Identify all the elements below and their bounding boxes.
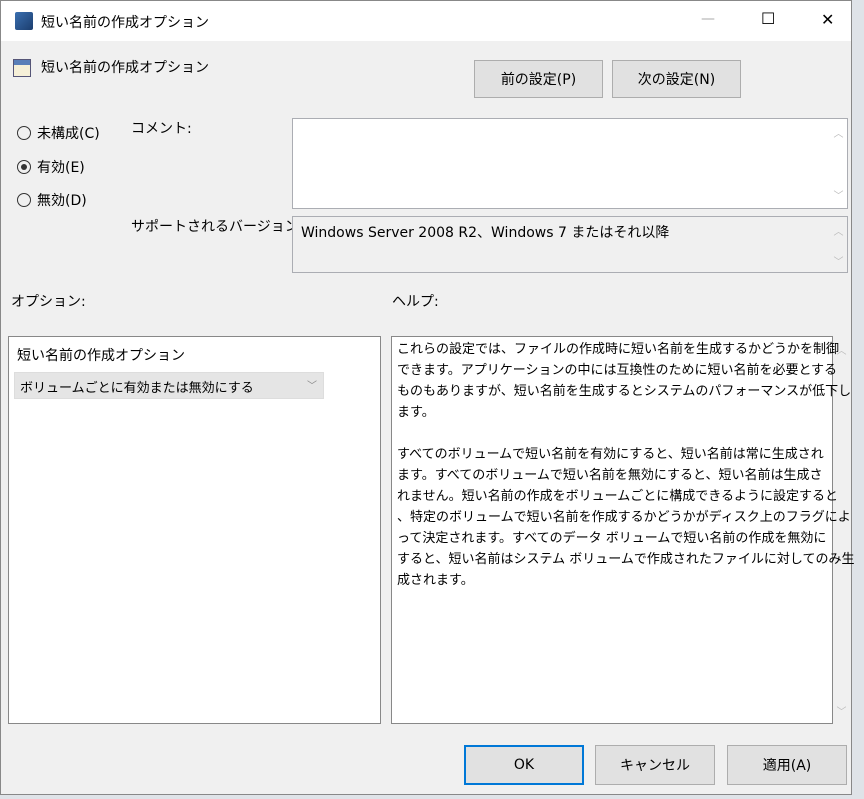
help-line: 成されます。: [397, 573, 474, 588]
radio-label: 無効(D): [37, 193, 87, 209]
radio-label: 有効(E): [37, 160, 85, 176]
radio-circle: [17, 126, 31, 140]
previous-setting-button[interactable]: 前の設定(P): [474, 60, 603, 98]
app-icon: [15, 12, 33, 30]
supported-versions-text: Windows Server 2008 R2、Windows 7 またはそれ以降: [301, 225, 670, 241]
help-line: これらの設定では、ファイルの作成時に短い名前を生成するかどうかを制御: [397, 342, 840, 357]
scrollbar[interactable]: ︿ ﹀: [830, 119, 847, 208]
policy-icon: [13, 59, 31, 77]
radio-enabled[interactable]: 有効(E): [17, 157, 85, 177]
next-setting-button[interactable]: 次の設定(N): [612, 60, 741, 98]
radio-label: 未構成(C): [37, 126, 100, 142]
radio-disabled[interactable]: 無効(D): [17, 190, 87, 210]
options-label: オプション:: [11, 294, 86, 310]
help-line: って決定されます。すべてのデータ ボリュームで短い名前の作成を無効に: [397, 531, 827, 546]
radio-circle: [17, 160, 31, 174]
ok-button[interactable]: OK: [464, 745, 584, 785]
maximize-button[interactable]: ☐: [761, 9, 775, 28]
help-line: できます。アプリケーションの中には互換性のために短い名前を必要とする: [397, 363, 838, 378]
chevron-down-icon: ﹀: [307, 381, 317, 392]
help-scrollbar[interactable]: ︿ ﹀: [833, 336, 850, 724]
help-line: 、特定のボリュームで短い名前を作成するかどうかがディスク上のフラグによ: [397, 510, 851, 525]
help-panel: これらの設定では、ファイルの作成時に短い名前を生成するかどうかを制御 できます。…: [391, 336, 855, 724]
options-panel: 短い名前の作成オプション ボリュームごとに有効または無効にする ﹀: [8, 336, 381, 724]
help-label: ヘルプ:: [392, 294, 439, 310]
comment-textarea[interactable]: ︿ ﹀: [292, 118, 848, 209]
help-line: すべてのボリュームで短い名前を有効にすると、短い名前は常に生成され: [397, 447, 824, 462]
cancel-button[interactable]: キャンセル: [595, 745, 715, 785]
window-title: 短い名前の作成オプション: [41, 15, 209, 31]
supported-label: サポートされるバージョン:: [131, 219, 304, 235]
help-line: ます。すべてのボリュームで短い名前を無効にすると、短い名前は生成さ: [397, 468, 823, 483]
policy-name: 短い名前の作成オプション: [41, 60, 209, 76]
title-bar: 短い名前の作成オプション — ☐ ✕: [1, 1, 851, 41]
help-line: [397, 423, 827, 444]
setting-label: 短い名前の作成オプション: [17, 348, 185, 364]
supported-versions-field: Windows Server 2008 R2、Windows 7 またはそれ以降…: [292, 216, 848, 273]
scrollbar[interactable]: ︿ ﹀: [830, 217, 847, 272]
apply-button[interactable]: 適用(A): [727, 745, 847, 785]
dropdown-value: ボリュームごとに有効または無効にする: [20, 381, 254, 396]
short-name-dropdown[interactable]: ボリュームごとに有効または無効にする ﹀: [14, 372, 324, 399]
policy-dialog: 短い名前の作成オプション — ☐ ✕ 短い名前の作成オプション 前の設定(P) …: [0, 0, 855, 795]
radio-not-configured[interactable]: 未構成(C): [17, 123, 100, 143]
help-line: れません。短い名前の作成をボリュームごとに構成できるように設定すると: [397, 489, 838, 504]
help-line: ます。: [397, 405, 435, 420]
comment-label: コメント:: [131, 121, 192, 137]
radio-circle: [17, 193, 31, 207]
close-button[interactable]: ✕: [821, 10, 834, 29]
help-line: ものもありますが、短い名前を生成するとシステムのパフォーマンスが低下し: [397, 384, 852, 399]
minimize-button[interactable]: —: [701, 11, 715, 27]
help-line: すると、短い名前はシステム ボリュームで作成されたファイルに対してのみ生: [397, 552, 855, 567]
